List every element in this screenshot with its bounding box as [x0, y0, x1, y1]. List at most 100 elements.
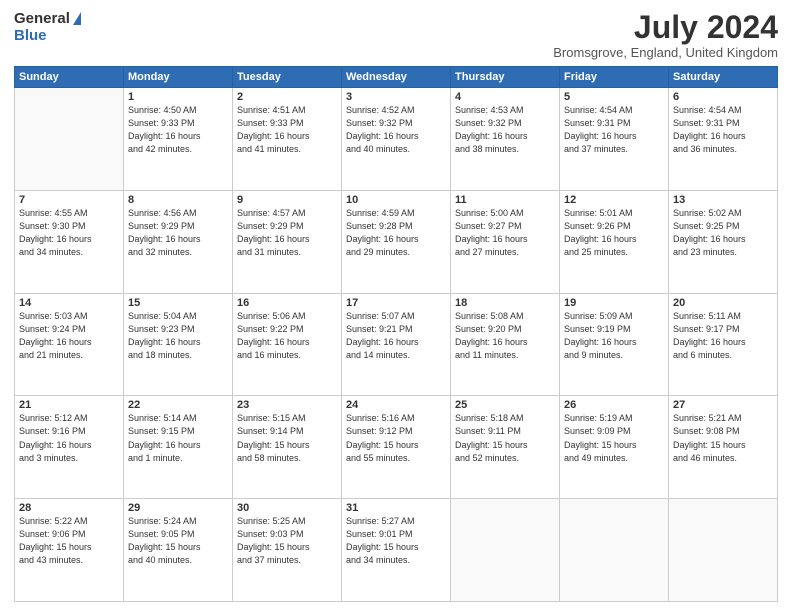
day-info: Sunrise: 5:22 AM Sunset: 9:06 PM Dayligh…: [19, 515, 119, 567]
calendar-cell-w4-d5: 25Sunrise: 5:18 AM Sunset: 9:11 PM Dayli…: [451, 396, 560, 499]
day-info: Sunrise: 5:02 AM Sunset: 9:25 PM Dayligh…: [673, 207, 773, 259]
calendar-cell-w5-d3: 30Sunrise: 5:25 AM Sunset: 9:03 PM Dayli…: [233, 499, 342, 602]
col-friday: Friday: [560, 67, 669, 88]
day-info: Sunrise: 5:21 AM Sunset: 9:08 PM Dayligh…: [673, 412, 773, 464]
day-number: 7: [19, 194, 119, 206]
calendar-week-4: 21Sunrise: 5:12 AM Sunset: 9:16 PM Dayli…: [15, 396, 778, 499]
calendar-cell-w3-d2: 15Sunrise: 5:04 AM Sunset: 9:23 PM Dayli…: [124, 293, 233, 396]
calendar-cell-w5-d4: 31Sunrise: 5:27 AM Sunset: 9:01 PM Dayli…: [342, 499, 451, 602]
day-number: 16: [237, 297, 337, 309]
calendar-cell-w5-d2: 29Sunrise: 5:24 AM Sunset: 9:05 PM Dayli…: [124, 499, 233, 602]
logo-general-text: General: [14, 10, 70, 27]
location-subtitle: Bromsgrove, England, United Kingdom: [553, 45, 778, 60]
calendar-cell-w5-d7: [669, 499, 778, 602]
day-info: Sunrise: 5:04 AM Sunset: 9:23 PM Dayligh…: [128, 310, 228, 362]
day-info: Sunrise: 5:27 AM Sunset: 9:01 PM Dayligh…: [346, 515, 446, 567]
day-info: Sunrise: 5:08 AM Sunset: 9:20 PM Dayligh…: [455, 310, 555, 362]
calendar-cell-w2-d4: 10Sunrise: 4:59 AM Sunset: 9:28 PM Dayli…: [342, 190, 451, 293]
calendar-cell-w3-d4: 17Sunrise: 5:07 AM Sunset: 9:21 PM Dayli…: [342, 293, 451, 396]
day-number: 25: [455, 399, 555, 411]
day-number: 8: [128, 194, 228, 206]
calendar-week-5: 28Sunrise: 5:22 AM Sunset: 9:06 PM Dayli…: [15, 499, 778, 602]
day-number: 29: [128, 502, 228, 514]
day-number: 5: [564, 91, 664, 103]
day-info: Sunrise: 5:06 AM Sunset: 9:22 PM Dayligh…: [237, 310, 337, 362]
day-info: Sunrise: 5:03 AM Sunset: 9:24 PM Dayligh…: [19, 310, 119, 362]
calendar-cell-w3-d1: 14Sunrise: 5:03 AM Sunset: 9:24 PM Dayli…: [15, 293, 124, 396]
calendar-header-row: Sunday Monday Tuesday Wednesday Thursday…: [15, 67, 778, 88]
day-info: Sunrise: 5:07 AM Sunset: 9:21 PM Dayligh…: [346, 310, 446, 362]
day-info: Sunrise: 5:12 AM Sunset: 9:16 PM Dayligh…: [19, 412, 119, 464]
day-info: Sunrise: 5:11 AM Sunset: 9:17 PM Dayligh…: [673, 310, 773, 362]
calendar-cell-w2-d7: 13Sunrise: 5:02 AM Sunset: 9:25 PM Dayli…: [669, 190, 778, 293]
calendar-cell-w3-d6: 19Sunrise: 5:09 AM Sunset: 9:19 PM Dayli…: [560, 293, 669, 396]
calendar-cell-w4-d4: 24Sunrise: 5:16 AM Sunset: 9:12 PM Dayli…: [342, 396, 451, 499]
day-number: 4: [455, 91, 555, 103]
day-info: Sunrise: 5:15 AM Sunset: 9:14 PM Dayligh…: [237, 412, 337, 464]
day-number: 1: [128, 91, 228, 103]
day-info: Sunrise: 5:19 AM Sunset: 9:09 PM Dayligh…: [564, 412, 664, 464]
day-number: 10: [346, 194, 446, 206]
calendar-cell-w1-d7: 6Sunrise: 4:54 AM Sunset: 9:31 PM Daylig…: [669, 88, 778, 191]
day-info: Sunrise: 4:56 AM Sunset: 9:29 PM Dayligh…: [128, 207, 228, 259]
day-number: 11: [455, 194, 555, 206]
day-number: 14: [19, 297, 119, 309]
day-number: 31: [346, 502, 446, 514]
calendar-cell-w1-d4: 3Sunrise: 4:52 AM Sunset: 9:32 PM Daylig…: [342, 88, 451, 191]
day-info: Sunrise: 4:59 AM Sunset: 9:28 PM Dayligh…: [346, 207, 446, 259]
day-number: 18: [455, 297, 555, 309]
logo-blue-text: Blue: [14, 27, 47, 44]
calendar-cell-w2-d2: 8Sunrise: 4:56 AM Sunset: 9:29 PM Daylig…: [124, 190, 233, 293]
col-sunday: Sunday: [15, 67, 124, 88]
day-info: Sunrise: 4:53 AM Sunset: 9:32 PM Dayligh…: [455, 104, 555, 156]
day-info: Sunrise: 4:51 AM Sunset: 9:33 PM Dayligh…: [237, 104, 337, 156]
day-info: Sunrise: 4:50 AM Sunset: 9:33 PM Dayligh…: [128, 104, 228, 156]
day-info: Sunrise: 4:54 AM Sunset: 9:31 PM Dayligh…: [564, 104, 664, 156]
calendar-cell-w1-d2: 1Sunrise: 4:50 AM Sunset: 9:33 PM Daylig…: [124, 88, 233, 191]
day-info: Sunrise: 4:55 AM Sunset: 9:30 PM Dayligh…: [19, 207, 119, 259]
calendar-table: Sunday Monday Tuesday Wednesday Thursday…: [14, 66, 778, 602]
calendar-week-1: 1Sunrise: 4:50 AM Sunset: 9:33 PM Daylig…: [15, 88, 778, 191]
day-number: 9: [237, 194, 337, 206]
calendar-week-3: 14Sunrise: 5:03 AM Sunset: 9:24 PM Dayli…: [15, 293, 778, 396]
calendar-cell-w5-d5: [451, 499, 560, 602]
day-number: 26: [564, 399, 664, 411]
calendar-cell-w3-d5: 18Sunrise: 5:08 AM Sunset: 9:20 PM Dayli…: [451, 293, 560, 396]
day-number: 3: [346, 91, 446, 103]
day-number: 21: [19, 399, 119, 411]
day-info: Sunrise: 5:09 AM Sunset: 9:19 PM Dayligh…: [564, 310, 664, 362]
col-tuesday: Tuesday: [233, 67, 342, 88]
day-number: 20: [673, 297, 773, 309]
day-info: Sunrise: 5:24 AM Sunset: 9:05 PM Dayligh…: [128, 515, 228, 567]
day-info: Sunrise: 4:54 AM Sunset: 9:31 PM Dayligh…: [673, 104, 773, 156]
calendar-cell-w1-d5: 4Sunrise: 4:53 AM Sunset: 9:32 PM Daylig…: [451, 88, 560, 191]
calendar-cell-w3-d3: 16Sunrise: 5:06 AM Sunset: 9:22 PM Dayli…: [233, 293, 342, 396]
day-info: Sunrise: 5:25 AM Sunset: 9:03 PM Dayligh…: [237, 515, 337, 567]
calendar-week-2: 7Sunrise: 4:55 AM Sunset: 9:30 PM Daylig…: [15, 190, 778, 293]
day-number: 30: [237, 502, 337, 514]
day-number: 12: [564, 194, 664, 206]
calendar-cell-w1-d6: 5Sunrise: 4:54 AM Sunset: 9:31 PM Daylig…: [560, 88, 669, 191]
col-thursday: Thursday: [451, 67, 560, 88]
day-number: 13: [673, 194, 773, 206]
calendar-cell-w2-d5: 11Sunrise: 5:00 AM Sunset: 9:27 PM Dayli…: [451, 190, 560, 293]
calendar-cell-w2-d6: 12Sunrise: 5:01 AM Sunset: 9:26 PM Dayli…: [560, 190, 669, 293]
calendar-cell-w2-d3: 9Sunrise: 4:57 AM Sunset: 9:29 PM Daylig…: [233, 190, 342, 293]
day-info: Sunrise: 5:14 AM Sunset: 9:15 PM Dayligh…: [128, 412, 228, 464]
logo: General Blue: [14, 10, 81, 44]
calendar-cell-w1-d3: 2Sunrise: 4:51 AM Sunset: 9:33 PM Daylig…: [233, 88, 342, 191]
day-info: Sunrise: 5:18 AM Sunset: 9:11 PM Dayligh…: [455, 412, 555, 464]
calendar-cell-w3-d7: 20Sunrise: 5:11 AM Sunset: 9:17 PM Dayli…: [669, 293, 778, 396]
day-info: Sunrise: 4:52 AM Sunset: 9:32 PM Dayligh…: [346, 104, 446, 156]
calendar-cell-w5-d6: [560, 499, 669, 602]
day-info: Sunrise: 4:57 AM Sunset: 9:29 PM Dayligh…: [237, 207, 337, 259]
day-info: Sunrise: 5:01 AM Sunset: 9:26 PM Dayligh…: [564, 207, 664, 259]
page: General Blue July 2024 Bromsgrove, Engla…: [0, 0, 792, 612]
day-number: 6: [673, 91, 773, 103]
day-number: 23: [237, 399, 337, 411]
title-block: July 2024 Bromsgrove, England, United Ki…: [553, 10, 778, 60]
calendar-cell-w5-d1: 28Sunrise: 5:22 AM Sunset: 9:06 PM Dayli…: [15, 499, 124, 602]
day-info: Sunrise: 5:00 AM Sunset: 9:27 PM Dayligh…: [455, 207, 555, 259]
calendar-cell-w4-d6: 26Sunrise: 5:19 AM Sunset: 9:09 PM Dayli…: [560, 396, 669, 499]
header: General Blue July 2024 Bromsgrove, Engla…: [14, 10, 778, 60]
